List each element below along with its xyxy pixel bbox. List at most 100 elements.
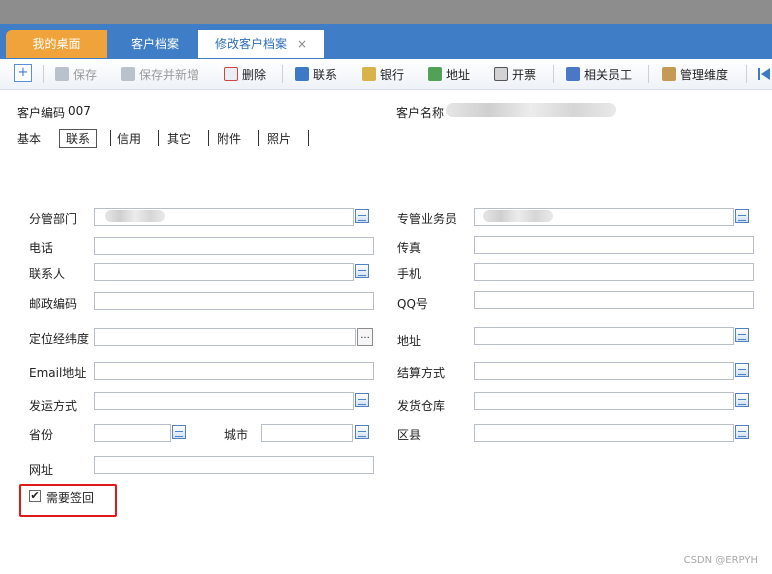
save-new-button[interactable]: 保存并新增: [121, 65, 199, 83]
district-input[interactable]: [474, 424, 734, 442]
ship-picker-icon[interactable]: [355, 393, 369, 407]
dept-label: 分管部门: [29, 212, 78, 226]
warehouse-input[interactable]: [474, 392, 734, 410]
toolbar-separator: [43, 65, 44, 83]
invoice-button[interactable]: 开票: [494, 65, 536, 83]
contact-card-icon: [295, 67, 309, 81]
district-picker-icon[interactable]: [735, 425, 749, 439]
delete-label: 删除: [242, 67, 267, 82]
customer-name-label: 客户名称: [396, 106, 445, 120]
customer-code-value: 007: [68, 104, 91, 118]
province-label: 省份: [29, 428, 54, 442]
subtab-credit[interactable]: 信用: [117, 130, 141, 147]
save-label: 保存: [73, 67, 98, 82]
staff-button[interactable]: 相关员工: [566, 65, 632, 83]
customer-code-label: 客户编码: [17, 106, 66, 120]
bank-button[interactable]: 银行: [362, 65, 404, 83]
subtab-basic[interactable]: 基本: [17, 130, 41, 147]
need-signback-checkbox[interactable]: ✔: [29, 490, 41, 502]
save-button[interactable]: 保存: [55, 65, 97, 83]
bank-label: 银行: [380, 67, 405, 82]
tab-bar: 我的桌面 客户档案 修改客户档案 ×: [0, 24, 772, 59]
dept-input[interactable]: [94, 208, 354, 226]
warehouse-picker-icon[interactable]: [735, 393, 749, 407]
address-label: 地址: [446, 67, 471, 82]
tab-desktop[interactable]: 我的桌面: [6, 30, 107, 58]
staff-icon: [566, 67, 580, 81]
tab-edit-customer[interactable]: 修改客户档案 ×: [198, 30, 324, 58]
toolbar-separator: [282, 65, 283, 83]
subtab-divider: [258, 130, 259, 146]
watermark: CSDN @ERPYH: [683, 555, 758, 566]
fax-label: 传真: [397, 241, 422, 255]
invoice-label: 开票: [512, 67, 537, 82]
salesman-label: 专管业务员: [397, 212, 458, 226]
salesman-picker-icon[interactable]: [735, 209, 749, 223]
postal-input[interactable]: [94, 292, 374, 310]
toolbar-separator: [553, 65, 554, 83]
city-input[interactable]: [261, 424, 353, 442]
address-icon: [428, 67, 442, 81]
dimension-label: 管理维度: [680, 67, 729, 82]
subtab-divider: [158, 130, 159, 146]
invoice-icon: [494, 67, 508, 81]
customer-name-value: [446, 103, 616, 117]
subtab-photo[interactable]: 照片: [267, 130, 291, 147]
district-label: 区县: [397, 428, 422, 442]
geo-browse-button[interactable]: ...: [357, 328, 373, 346]
tab-desktop-label: 我的桌面: [32, 37, 81, 51]
phone-input[interactable]: [94, 237, 374, 255]
city-picker-icon[interactable]: [355, 425, 369, 439]
ship-label: 发运方式: [29, 399, 78, 413]
province-input[interactable]: [94, 424, 171, 442]
toolbar-separator: [746, 65, 747, 83]
save-new-label: 保存并新增: [139, 67, 200, 82]
email-input[interactable]: [94, 362, 374, 380]
need-signback-label: 需要签回: [46, 491, 95, 505]
qq-label: QQ号: [397, 297, 428, 311]
subtab-contact[interactable]: 联系: [59, 129, 98, 148]
tab-customer-archive[interactable]: 客户档案: [112, 30, 198, 58]
mobile-label: 手机: [397, 267, 422, 281]
window-top-bar: [0, 0, 772, 24]
close-icon[interactable]: ×: [297, 37, 307, 51]
contact-person-input[interactable]: [94, 263, 354, 281]
contact-person-picker-icon[interactable]: [355, 264, 369, 278]
dept-picker-icon[interactable]: [355, 209, 369, 223]
subtab-attachment[interactable]: 附件: [217, 130, 241, 147]
settle-input[interactable]: [474, 362, 734, 380]
contact-label: 联系: [313, 67, 338, 82]
dept-value: [105, 210, 165, 222]
geo-input[interactable]: [94, 328, 356, 346]
salesman-value: [483, 210, 553, 222]
salesman-input[interactable]: [474, 208, 734, 226]
bank-icon: [362, 67, 376, 81]
province-picker-icon[interactable]: [172, 425, 186, 439]
tab-customer-archive-label: 客户档案: [130, 37, 179, 51]
subtab-other[interactable]: 其它: [167, 130, 191, 147]
fax-input[interactable]: [474, 236, 754, 254]
settle-picker-icon[interactable]: [735, 363, 749, 377]
address-input[interactable]: [474, 327, 734, 345]
dimension-button[interactable]: 管理维度: [662, 65, 728, 83]
address-button[interactable]: 地址: [428, 65, 470, 83]
contact-button[interactable]: 联系: [295, 65, 337, 83]
delete-button[interactable]: 删除: [224, 65, 266, 83]
phone-label: 电话: [29, 241, 54, 255]
email-label: Email地址: [29, 366, 87, 380]
warehouse-label: 发货仓库: [397, 399, 446, 413]
ship-input[interactable]: [94, 392, 354, 410]
toolbar-separator: [648, 65, 649, 83]
first-record-icon[interactable]: [758, 68, 772, 80]
add-icon[interactable]: +: [14, 64, 32, 82]
qq-input[interactable]: [474, 291, 754, 309]
settle-label: 结算方式: [397, 366, 446, 380]
subtab-divider: [110, 130, 111, 146]
geo-label: 定位经纬度: [29, 332, 90, 346]
mobile-input[interactable]: [474, 263, 754, 281]
website-input[interactable]: [94, 456, 374, 474]
address-picker-icon[interactable]: [735, 328, 749, 342]
tab-edit-customer-label: 修改客户档案: [214, 37, 287, 51]
website-label: 网址: [29, 463, 54, 477]
staff-label: 相关员工: [584, 67, 633, 82]
